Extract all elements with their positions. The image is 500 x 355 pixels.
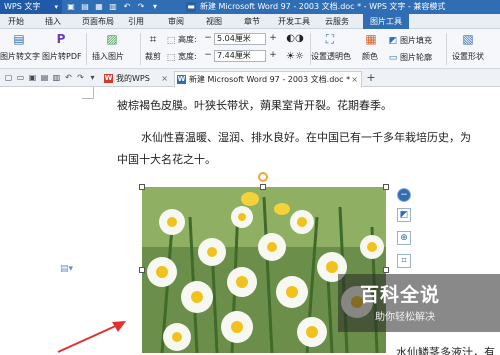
watermark-title: 百科全说 <box>360 284 441 306</box>
arrow-shaft <box>57 323 121 353</box>
watermark-subtitle: 助你轻松解决 <box>375 312 435 323</box>
paragraph-line[interactable]: 水仙鳞茎多液汁，有 <box>396 344 495 355</box>
